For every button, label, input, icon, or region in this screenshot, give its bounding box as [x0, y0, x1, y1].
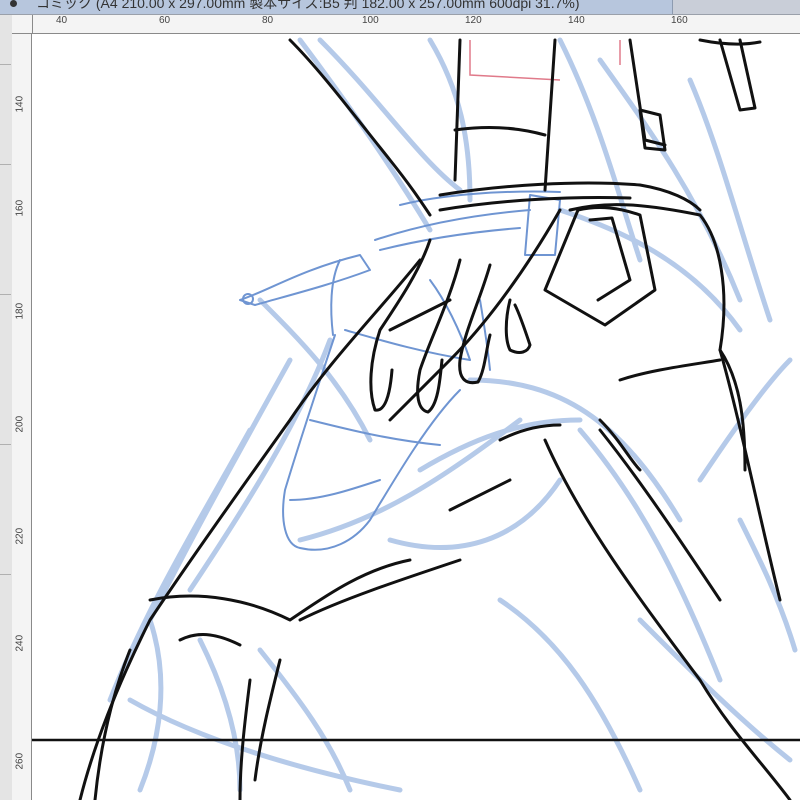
- ruler-h-label: 40: [56, 15, 68, 26]
- document-tab-title: コミック (A4 210.00 x 297.00mm 製本サイズ:B5 判 18…: [36, 0, 580, 11]
- strip-divider: [0, 64, 11, 65]
- ruler-v-label: 220: [14, 527, 26, 545]
- ruler-h-label: 160: [671, 15, 688, 26]
- vertical-ruler[interactable]: 140 160 180 200 220 240 260: [12, 33, 32, 800]
- ruler-v-label: 260: [14, 752, 26, 770]
- strip-divider: [0, 164, 11, 165]
- ruler-v-label: 240: [14, 634, 26, 652]
- ruler-h-label: 60: [159, 15, 171, 26]
- modified-dot-icon: [10, 0, 17, 7]
- drawing-canvas[interactable]: [32, 33, 800, 800]
- ruler-corner[interactable]: [12, 14, 33, 34]
- ruler-v-label: 160: [14, 199, 26, 217]
- ruler-h-label: 140: [568, 15, 585, 26]
- strip-divider: [0, 294, 11, 295]
- ruler-h-label: 100: [362, 15, 379, 26]
- ruler-v-label: 180: [14, 302, 26, 320]
- frame-layer: [239, 190, 561, 551]
- horizontal-ruler[interactable]: 40 60 80 100 120 140 160: [32, 14, 800, 34]
- sketch-layer: [107, 37, 798, 793]
- ruler-h-label: 80: [262, 15, 274, 26]
- document-tab-bar: コミック (A4 210.00 x 297.00mm 製本サイズ:B5 判 18…: [0, 0, 800, 15]
- strip-divider: [0, 574, 11, 575]
- document-tab[interactable]: コミック (A4 210.00 x 297.00mm 製本サイズ:B5 判 18…: [0, 0, 673, 14]
- ruler-v-label: 140: [14, 95, 26, 113]
- strip-divider: [0, 444, 11, 445]
- ruler-v-label: 200: [14, 415, 26, 433]
- canvas-artwork: [32, 37, 800, 800]
- ruler-h-label: 120: [465, 15, 482, 26]
